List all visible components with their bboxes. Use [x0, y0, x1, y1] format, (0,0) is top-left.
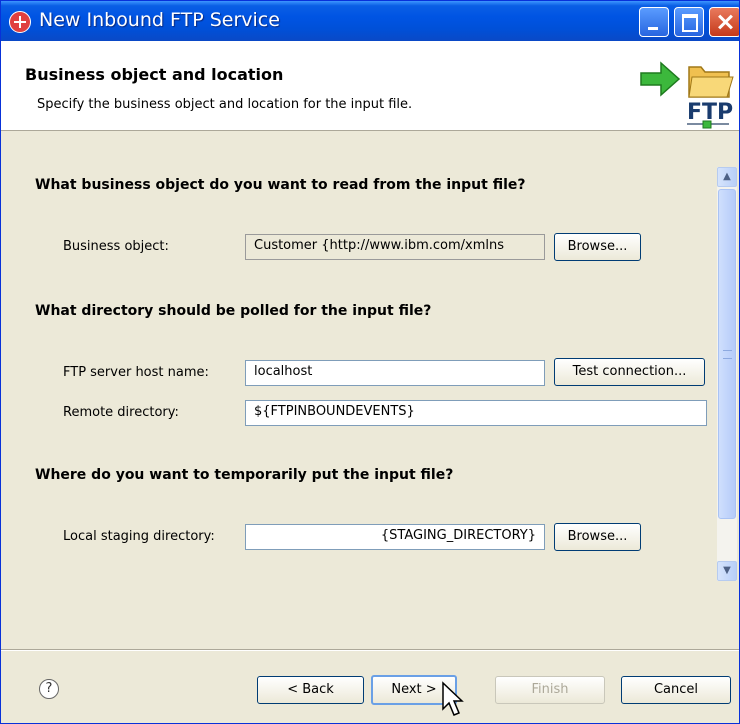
help-icon[interactable]: ?: [39, 679, 59, 699]
back-button[interactable]: < Back: [257, 676, 364, 704]
arrow-right-icon: [640, 61, 681, 97]
staging-directory-input[interactable]: {STAGING_DIRECTORY}: [245, 524, 545, 550]
title-bar[interactable]: New Inbound FTP Service: [1, 1, 739, 41]
directory-question: What directory should be polled for the …: [35, 303, 432, 319]
scroll-down-button[interactable]: ▼: [717, 561, 737, 581]
business-object-field[interactable]: Customer {http://www.ibm.com/xmlns: [245, 234, 545, 260]
scroll-up-button[interactable]: ▲: [717, 167, 737, 187]
cancel-button[interactable]: Cancel: [621, 676, 731, 704]
minimize-button[interactable]: [639, 7, 669, 37]
vertical-scrollbar[interactable]: ▲ ▼: [717, 167, 737, 581]
finish-button: Finish: [495, 676, 605, 704]
footer-separator: [1, 649, 739, 651]
host-name-input[interactable]: localhost: [245, 360, 545, 386]
page-title: Business object and location: [25, 65, 284, 84]
mouse-pointer-icon: [442, 681, 464, 716]
remote-directory-input[interactable]: ${FTPINBOUNDEVENTS}: [245, 400, 707, 426]
scrollbar-thumb[interactable]: [718, 189, 736, 519]
grip-icon: [723, 350, 732, 359]
close-button[interactable]: [709, 7, 739, 37]
browse-business-object-button[interactable]: Browse...: [554, 233, 641, 261]
test-connection-button[interactable]: Test connection...: [554, 358, 705, 386]
window-title: New Inbound FTP Service: [39, 9, 280, 31]
business-object-label: Business object:: [63, 239, 169, 254]
app-icon: [9, 11, 31, 33]
business-object-question: What business object do you want to read…: [35, 177, 526, 193]
wizard-window: New Inbound FTP Service Business object …: [0, 0, 740, 724]
wizard-header: Business object and location Specify the…: [1, 41, 739, 131]
ftp-banner-icon: FTP: [640, 61, 734, 129]
host-name-label: FTP server host name:: [63, 365, 209, 380]
remote-directory-label: Remote directory:: [63, 405, 179, 420]
staging-question: Where do you want to temporarily put the…: [35, 467, 454, 483]
maximize-button[interactable]: [674, 7, 704, 37]
browse-staging-button[interactable]: Browse...: [554, 523, 641, 551]
staging-directory-label: Local staging directory:: [63, 529, 215, 544]
page-description: Specify the business object and location…: [37, 97, 413, 112]
